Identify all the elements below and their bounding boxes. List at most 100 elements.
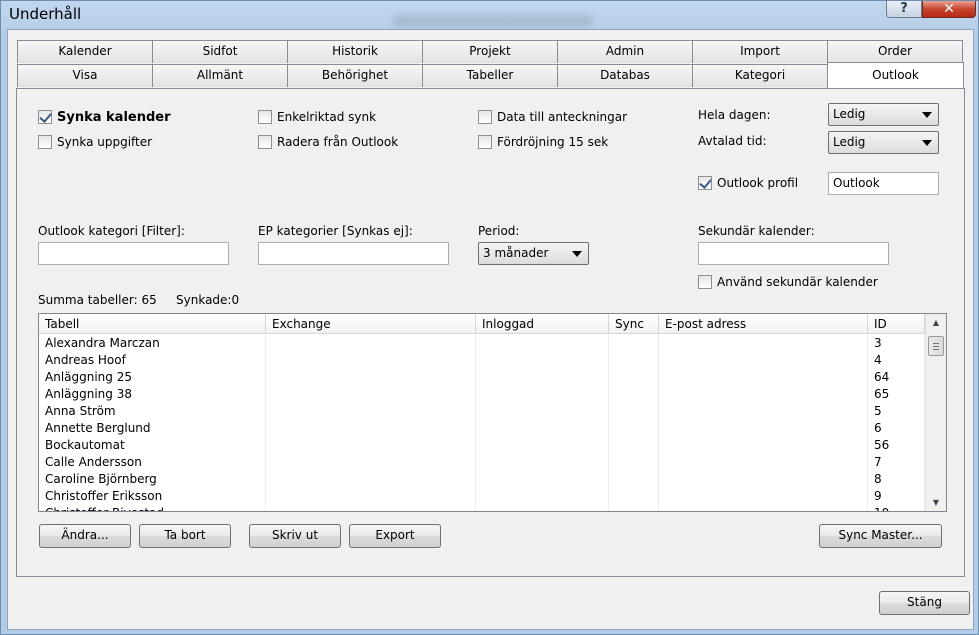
tab-historik[interactable]: Historik <box>287 40 423 63</box>
cell-epost <box>659 471 868 488</box>
column-header-epost[interactable]: E-post adress <box>659 314 868 334</box>
title-bar-blur <box>393 15 593 27</box>
table-row[interactable]: Bockautomat 56 <box>39 437 925 454</box>
outlook-kategori-input[interactable] <box>38 242 229 265</box>
tab-sidfot[interactable]: Sidfot <box>152 40 288 63</box>
checkbox-box <box>38 110 52 124</box>
ta-bort-button[interactable]: Ta bort <box>139 524 231 548</box>
checkbox-box <box>478 135 492 149</box>
table-row[interactable]: Alexandra Marczan 3 <box>39 335 925 352</box>
cell-exchange <box>266 488 476 505</box>
table-row[interactable]: Caroline Björnberg 8 <box>39 471 925 488</box>
period-select[interactable]: 3 månader <box>478 242 589 265</box>
scroll-down-icon[interactable]: ▼ <box>926 494 946 511</box>
window-title: Underhåll <box>9 5 82 23</box>
cell-inloggad <box>476 488 609 505</box>
cell-epost <box>659 454 868 471</box>
column-header-exchange[interactable]: Exchange <box>266 314 476 334</box>
tab-projekt[interactable]: Projekt <box>422 40 558 63</box>
tab-admin[interactable]: Admin <box>557 40 693 63</box>
table-row[interactable]: Anläggning 25 64 <box>39 369 925 386</box>
chevron-down-icon <box>572 251 582 257</box>
skriv-ut-button[interactable]: Skriv ut <box>249 524 341 548</box>
table-row[interactable]: Annette Berglund 6 <box>39 420 925 437</box>
tab-kalender[interactable]: Kalender <box>17 40 153 63</box>
synka-uppgifter-checkbox[interactable]: Synka uppgifter <box>38 134 152 150</box>
table-row[interactable]: Anläggning 38 65 <box>39 386 925 403</box>
cell-sync <box>609 335 659 352</box>
column-header-inloggad[interactable]: Inloggad <box>476 314 609 334</box>
cell-exchange <box>266 352 476 369</box>
cell-tabell: Anna Ström <box>39 403 266 420</box>
avtalad-tid-select[interactable]: Ledig <box>828 131 939 154</box>
cell-exchange <box>266 454 476 471</box>
checkbox-box <box>258 135 272 149</box>
andra-button[interactable]: Ändra... <box>39 524 131 548</box>
cell-exchange <box>266 437 476 454</box>
table-row[interactable]: Christoffer Rivestad 10 <box>39 505 925 511</box>
table-row[interactable]: Calle Andersson 7 <box>39 454 925 471</box>
enkelriktad-synk-checkbox[interactable]: Enkelriktad synk <box>258 109 376 125</box>
tab-behorighet[interactable]: Behörighet <box>287 64 423 87</box>
cell-inloggad <box>476 454 609 471</box>
tab-kategori[interactable]: Kategori <box>692 64 828 87</box>
scroll-up-icon[interactable]: ▲ <box>926 314 946 331</box>
tab-databas[interactable]: Databas <box>557 64 693 87</box>
cell-epost <box>659 437 868 454</box>
cell-exchange <box>266 335 476 352</box>
tab-visa[interactable]: Visa <box>17 64 153 87</box>
cell-exchange <box>266 420 476 437</box>
cell-tabell: Bockautomat <box>39 437 266 454</box>
ep-kategorier-input[interactable] <box>258 242 449 265</box>
table-header: Tabell Exchange Inloggad Sync E-post adr… <box>39 314 925 334</box>
checkbox-box <box>698 275 712 289</box>
hela-dagen-select[interactable]: Ledig <box>828 103 939 126</box>
fordrojning-checkbox[interactable]: Fördröjning 15 sek <box>478 134 608 150</box>
cell-id: 9 <box>868 488 925 505</box>
table-row[interactable]: Christoffer Eriksson 9 <box>39 488 925 505</box>
outlook-profil-checkbox[interactable]: Outlook profil <box>698 175 798 191</box>
anvand-sekundar-label: Använd sekundär kalender <box>717 275 878 289</box>
table-list[interactable]: Tabell Exchange Inloggad Sync E-post adr… <box>38 313 947 512</box>
tab-outlook[interactable]: Outlook <box>827 62 964 88</box>
cell-inloggad <box>476 403 609 420</box>
radera-fran-outlook-label: Radera från Outlook <box>277 135 399 149</box>
checkbox-box <box>478 110 492 124</box>
cell-inloggad <box>476 335 609 352</box>
checkbox-box <box>698 176 712 190</box>
help-icon[interactable]: ? <box>886 1 922 18</box>
radera-fran-outlook-checkbox[interactable]: Radera från Outlook <box>258 134 398 150</box>
synka-kalender-checkbox[interactable]: Synka kalender <box>38 109 171 125</box>
export-button[interactable]: Export <box>349 524 441 548</box>
anvand-sekundar-checkbox[interactable]: Använd sekundär kalender <box>698 274 878 290</box>
scroll-thumb[interactable] <box>928 336 944 356</box>
cell-sync <box>609 403 659 420</box>
data-till-anteckningar-checkbox[interactable]: Data till anteckningar <box>478 109 627 125</box>
period-label: Period: <box>478 224 520 238</box>
column-header-sync[interactable]: Sync <box>609 314 659 334</box>
table-row[interactable]: Andreas Hoof 4 <box>39 352 925 369</box>
title-bar: Underhåll ? ✕ <box>1 1 978 29</box>
hela-dagen-label: Hela dagen: <box>698 108 771 122</box>
close-icon[interactable]: ✕ <box>922 1 976 18</box>
outlook-profil-input[interactable]: Outlook <box>828 172 939 195</box>
sekundar-kalender-input[interactable] <box>698 242 889 265</box>
cell-tabell: Christoffer Eriksson <box>39 488 266 505</box>
avtalad-tid-value: Ledig <box>833 135 866 149</box>
stang-button[interactable]: Stäng <box>879 591 970 615</box>
tab-import[interactable]: Import <box>692 40 828 63</box>
column-header-id[interactable]: ID <box>868 314 925 334</box>
tab-tabeller[interactable]: Tabeller <box>422 64 558 87</box>
table-row[interactable]: Anna Ström 5 <box>39 403 925 420</box>
sync-master-button[interactable]: Sync Master... <box>819 524 942 548</box>
cell-inloggad <box>476 420 609 437</box>
avtalad-tid-label: Avtalad tid: <box>698 134 767 148</box>
synka-uppgifter-label: Synka uppgifter <box>57 135 153 149</box>
cell-inloggad <box>476 471 609 488</box>
tab-order[interactable]: Order <box>827 40 963 63</box>
column-header-tabell[interactable]: Tabell <box>39 314 266 334</box>
summa-tabeller-text: Summa tabeller: 65 <box>38 293 157 307</box>
tab-allmant[interactable]: Allmänt <box>152 64 288 87</box>
vertical-scrollbar[interactable]: ▲ ▼ <box>925 314 946 511</box>
cell-sync <box>609 386 659 403</box>
